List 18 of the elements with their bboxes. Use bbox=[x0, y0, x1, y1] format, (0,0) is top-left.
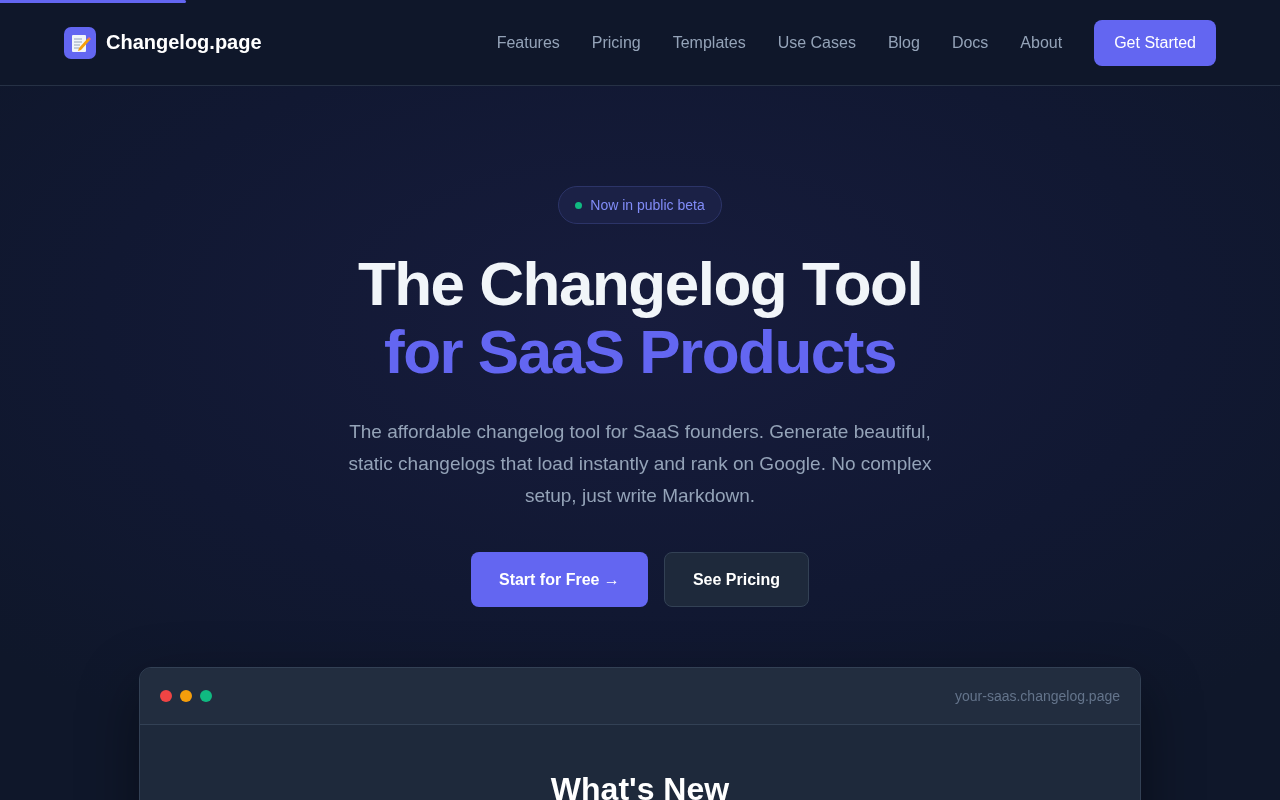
preview-url: your-saas.changelog.page bbox=[955, 688, 1120, 704]
notepad-pencil-icon[interactable] bbox=[64, 26, 96, 59]
hero-title-highlight: for SaaS Products bbox=[384, 318, 896, 386]
badge-text: Now in public beta bbox=[590, 197, 705, 213]
nav-link[interactable]: Templates bbox=[672, 33, 746, 52]
nav-link[interactable]: Features bbox=[496, 33, 560, 52]
brand-name[interactable]: Changelog.page bbox=[106, 31, 262, 54]
see-pricing-button[interactable]: See Pricing bbox=[663, 552, 810, 607]
nav-link[interactable]: Blog bbox=[887, 33, 920, 52]
nav-link[interactable]: Docs bbox=[951, 33, 989, 52]
hero-subtitle: The affordable changelog tool for SaaS founders. Generate beautiful, static changelogs that load instantly and rank on Google. No complex setup, just write Markdown. bbox=[347, 420, 933, 508]
hero-title: The Changelog Tool bbox=[357, 250, 923, 318]
start-free-button[interactable]: Start for Free → bbox=[470, 552, 648, 607]
nav-link[interactable]: Use Cases bbox=[777, 33, 856, 52]
get-started-button[interactable]: Get Started bbox=[1094, 19, 1216, 66]
nav-link[interactable]: Pricing bbox=[591, 33, 641, 52]
preview-heading: What's New bbox=[550, 771, 730, 800]
nav-link[interactable]: About bbox=[1020, 33, 1063, 52]
